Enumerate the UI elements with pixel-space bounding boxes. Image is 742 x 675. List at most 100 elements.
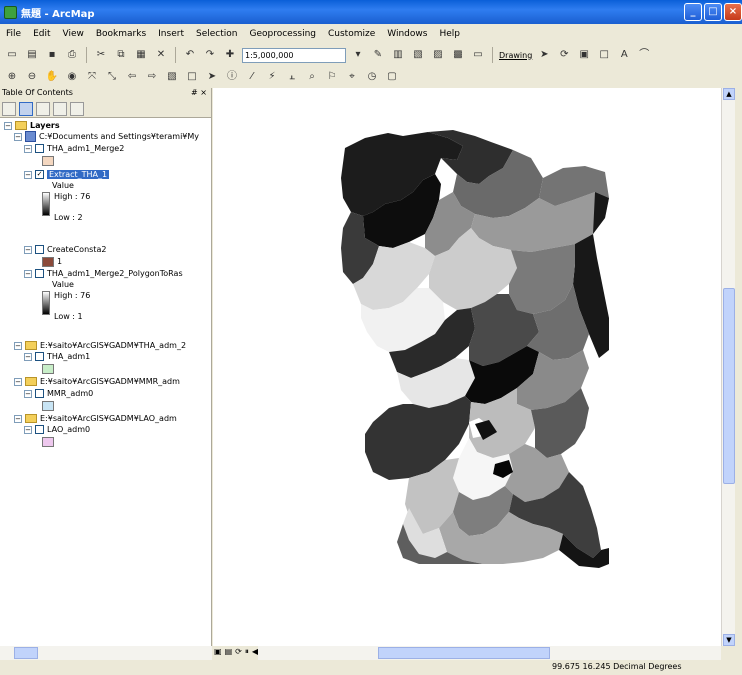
layer-extract-tha[interactable]: − ✓ Extract_THA_1 <box>24 169 110 180</box>
scale-dropdown-icon[interactable]: ▾ <box>350 47 366 63</box>
refresh-icon[interactable]: ⟳ <box>235 647 242 657</box>
list-by-visibility-icon[interactable] <box>36 101 50 116</box>
fixed-zoom-in-icon[interactable]: ⤧ <box>84 69 100 85</box>
scroll-thumb[interactable] <box>378 647 550 659</box>
menu-windows[interactable]: Windows <box>387 29 427 39</box>
add-data-icon[interactable]: ✚ <box>222 47 238 63</box>
menu-bookmarks[interactable]: Bookmarks <box>96 29 146 39</box>
catalog-icon[interactable]: ▧ <box>410 47 426 63</box>
map-horizontal-scrollbar[interactable] <box>258 646 721 660</box>
viewer-window-icon[interactable]: ▢ <box>384 69 400 85</box>
drawing-menu[interactable]: Drawing <box>499 51 532 60</box>
find-route-icon[interactable]: ⚐ <box>324 69 340 85</box>
python-window-icon[interactable]: ▭ <box>470 47 486 63</box>
identify-icon[interactable]: ⓘ <box>224 69 240 85</box>
undo-icon[interactable]: ↶ <box>182 47 198 63</box>
menu-selection[interactable]: Selection <box>196 29 237 39</box>
go-to-xy-icon[interactable]: ⌖ <box>344 69 360 85</box>
menu-insert[interactable]: Insert <box>158 29 184 39</box>
collapse-icon[interactable]: − <box>14 414 22 423</box>
copy-icon[interactable]: ⧉ <box>113 47 129 63</box>
pause-drawing-icon[interactable]: ⏸ <box>245 647 249 657</box>
html-popup-icon[interactable]: ⁄ <box>244 69 260 85</box>
collapse-icon[interactable]: − <box>24 245 32 254</box>
layer-polygon-to-raster[interactable]: − THA_adm1_Merge2_PolygonToRas <box>24 268 183 279</box>
minimize-button[interactable]: _ <box>684 3 702 21</box>
layer-visibility-checkbox[interactable] <box>35 352 44 361</box>
layer-tha-adm1[interactable]: − THA_adm1 <box>24 351 90 362</box>
menu-customize[interactable]: Customize <box>328 29 375 39</box>
select-features-icon[interactable]: ▧ <box>164 69 180 85</box>
editor-toolbar-icon[interactable]: ✎ <box>370 47 386 63</box>
clear-selection-icon[interactable]: □ <box>184 69 200 85</box>
menu-edit[interactable]: Edit <box>33 29 50 39</box>
collapse-icon[interactable]: − <box>14 341 22 350</box>
hyperlink-icon[interactable]: ⚡ <box>264 69 280 85</box>
source-group[interactable]: − C:¥Documents and Settings¥terami¥My <box>14 131 199 142</box>
list-by-drawing-order-icon[interactable] <box>2 101 16 116</box>
delete-icon[interactable]: ✕ <box>153 47 169 63</box>
scroll-up-icon[interactable]: ▲ <box>723 88 735 100</box>
list-by-source-icon[interactable] <box>19 101 33 116</box>
back-extent-icon[interactable]: ⇦ <box>124 69 140 85</box>
pan-hand-icon[interactable]: ✋ <box>44 69 60 85</box>
rectangle-icon[interactable]: □ <box>596 47 612 63</box>
layer-mmr-adm0[interactable]: − MMR_adm0 <box>24 388 93 399</box>
layer-visibility-checkbox[interactable]: ✓ <box>35 170 44 179</box>
toc-horizontal-scrollbar[interactable] <box>0 646 212 660</box>
curved-text-icon[interactable]: ⌒ <box>636 47 652 63</box>
search-window-icon[interactable]: ▨ <box>430 47 446 63</box>
close-button[interactable]: × <box>724 3 742 21</box>
paste-icon[interactable]: ▦ <box>133 47 149 63</box>
time-slider-icon[interactable]: ◷ <box>364 69 380 85</box>
scroll-thumb[interactable] <box>723 288 735 484</box>
collapse-icon[interactable]: − <box>4 121 12 130</box>
map-scale-input[interactable]: 1:5,000,000 <box>242 47 346 63</box>
layer-createconst[interactable]: − CreateConsta2 <box>24 244 106 255</box>
collapse-icon[interactable]: − <box>24 170 32 179</box>
open-folder-icon[interactable]: ▤ <box>24 47 40 63</box>
zoom-whole-page-icon[interactable]: ▣ <box>576 47 592 63</box>
print-icon[interactable]: ⎙ <box>64 47 80 63</box>
layers-root[interactable]: − Layers <box>4 120 60 131</box>
new-document-icon[interactable]: ▭ <box>4 47 20 63</box>
select-elements-icon[interactable]: ➤ <box>536 47 552 63</box>
table-of-contents-icon[interactable]: ▥ <box>390 47 406 63</box>
menu-view[interactable]: View <box>63 29 84 39</box>
arctoolbox-icon[interactable]: ▩ <box>450 47 466 63</box>
menu-file[interactable]: File <box>6 29 21 39</box>
collapse-icon[interactable]: − <box>24 352 32 361</box>
zoom-out-icon[interactable]: ⊖ <box>24 69 40 85</box>
fixed-zoom-out-icon[interactable]: ⤡ <box>104 69 120 85</box>
source-group[interactable]: − E:¥saito¥ArcGIS¥GADM¥THA_adm_2 <box>14 340 186 351</box>
measure-icon[interactable]: ⫠ <box>284 69 300 85</box>
rotate-icon[interactable]: ⟳ <box>556 47 572 63</box>
select-arrow-icon[interactable]: ➤ <box>204 69 220 85</box>
layer-visibility-checkbox[interactable] <box>35 269 44 278</box>
layer-visibility-checkbox[interactable] <box>35 389 44 398</box>
zoom-in-icon[interactable]: ⊕ <box>4 69 20 85</box>
scroll-thumb[interactable] <box>14 647 38 659</box>
forward-extent-icon[interactable]: ⇨ <box>144 69 160 85</box>
maximize-button[interactable]: □ <box>704 3 722 21</box>
layer-visibility-checkbox[interactable] <box>35 245 44 254</box>
layer-visibility-checkbox[interactable] <box>35 144 44 153</box>
collapse-icon[interactable]: − <box>24 389 32 398</box>
cut-icon[interactable]: ✂ <box>93 47 109 63</box>
layout-view-icon[interactable]: ▤ <box>225 647 233 657</box>
collapse-icon[interactable]: − <box>24 269 32 278</box>
collapse-icon[interactable]: − <box>24 144 32 153</box>
source-group[interactable]: − E:¥saito¥ArcGIS¥GADM¥MMR_adm <box>14 376 180 387</box>
layer-visibility-checkbox[interactable] <box>35 425 44 434</box>
toc-pin-close[interactable]: # × <box>191 88 207 97</box>
full-extent-icon[interactable]: ◉ <box>64 69 80 85</box>
map-display[interactable] <box>213 88 721 646</box>
data-view-icon[interactable]: ▣ <box>214 647 222 657</box>
map-vertical-scrollbar[interactable]: ▲ ▼ <box>721 88 735 646</box>
collapse-icon[interactable]: − <box>24 425 32 434</box>
collapse-icon[interactable]: − <box>14 132 22 141</box>
source-group[interactable]: − E:¥saito¥ArcGIS¥GADM¥LAO_adm <box>14 413 177 424</box>
menu-geoprocessing[interactable]: Geoprocessing <box>249 29 316 39</box>
layer-tha-merge2[interactable]: − THA_adm1_Merge2 <box>24 143 124 154</box>
redo-icon[interactable]: ↷ <box>202 47 218 63</box>
